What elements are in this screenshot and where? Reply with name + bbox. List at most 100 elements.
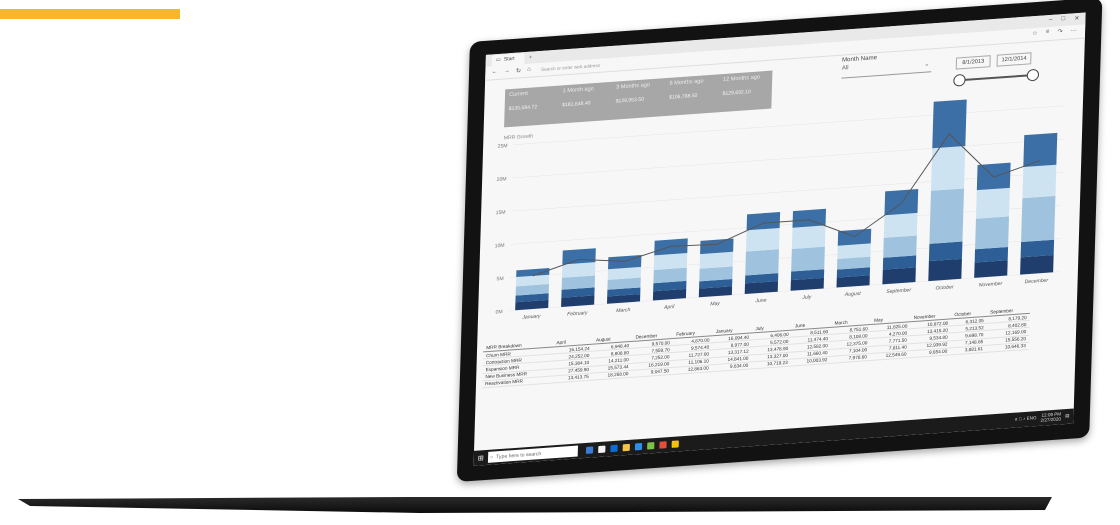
url-input[interactable]: Search or enter web address [541,63,600,72]
bar-segment[interactable] [1022,164,1057,199]
bar-segment[interactable] [561,275,596,290]
table-cell: 13,413.75 [552,372,592,383]
search-icon: ○ [489,453,494,461]
month-filter-label: Month Name [841,55,878,64]
kpi-value: $181,648.40 [562,100,591,109]
maximize-icon[interactable]: □ [1061,16,1065,23]
bar-segment[interactable] [699,251,734,269]
bar-segment[interactable] [792,208,827,228]
clock[interactable]: 12:09 PM 2/27/2020 [1040,411,1061,422]
table-cell: 9,047.50 [631,367,673,378]
x-tick-label: March [616,307,631,314]
system-tray: ∧ □ ♪ ENG 12:09 PM 2/27/2020 ▤ [1014,411,1069,425]
bar-segment[interactable] [791,225,826,249]
bar-segment[interactable] [928,241,963,262]
table-cell: 18,268.00 [591,370,632,381]
tray-icons[interactable]: ∧ □ ♪ ENG [1014,415,1036,423]
bar-segment[interactable] [653,267,687,284]
y-tick-label: 25M [498,143,508,150]
bar-segment[interactable] [1020,254,1054,275]
trend-line [532,133,1041,277]
bar-segment[interactable] [837,243,871,260]
taskbar-apps [585,440,679,454]
tab-icon: ▭ [495,56,501,64]
kpi-label: Current [509,90,528,99]
kpi-value: $129,692.10 [722,89,751,98]
date-slider-track[interactable] [959,74,1031,82]
date-slider-start-handle[interactable] [953,73,966,87]
bar-segment[interactable] [975,216,1010,250]
bar-segment[interactable] [883,235,917,258]
nav-buttons: ← → ↻ ⌂ [491,67,531,77]
start-icon[interactable]: ⊞ [478,454,484,462]
bar-segment[interactable] [928,258,962,282]
kpi-card: 6 Months ago $106,788.50 [664,74,719,116]
bar-segment[interactable] [929,188,965,244]
chevron-down-icon: ⌄ [924,61,930,68]
table-cell: 9,634.00 [711,361,752,372]
bar-segment[interactable] [882,267,916,285]
bar-segment[interactable] [837,228,872,246]
table-cell: 10,003.92 [790,356,831,367]
mrr-chart: MRR Growth 0M 5M 10M 15M 20M 25M January Februa… [495,99,1065,321]
bar-segment[interactable] [562,248,596,265]
kpi-value: $129,953.50 [615,96,645,105]
bar-segment[interactable] [882,255,917,270]
bar-segment[interactable] [974,260,1008,278]
kpi-card: 3 Months ago $129,953.50 [611,78,666,120]
bar-segment[interactable] [561,262,596,278]
taskbar-app-icon[interactable] [634,442,643,451]
kpi-value: $135,584.72 [508,104,538,113]
home-icon[interactable]: ⌂ [527,67,531,74]
kpi-card: Current $135,584.72 [504,86,559,128]
bar-segment[interactable] [883,212,918,238]
bar-segment[interactable] [974,246,1009,263]
share-icon[interactable]: ↷ [1057,28,1062,35]
taskbar-app-icon[interactable] [598,445,606,454]
refresh-icon[interactable]: ↻ [516,67,521,74]
table-cell: 12,549.60 [869,350,910,361]
kpi-card: 12 Months ago $129,692.10 [718,71,773,113]
x-tick-label: September [886,287,911,295]
bar-segment[interactable] [700,238,734,255]
new-tab-button[interactable]: + [529,55,532,61]
bar-segment[interactable] [1020,239,1055,258]
more-icon[interactable]: ⋯ [1071,27,1077,34]
bar-segment[interactable] [975,187,1010,219]
chart-title: MRR Growth [504,133,534,141]
kpi-value: $106,788.50 [668,92,698,101]
bar-segment[interactable] [791,246,825,272]
kpi-label: 6 Months ago [669,78,704,87]
taskbar-app-icon[interactable] [671,440,679,448]
notification-icon[interactable]: ▤ [1065,413,1070,419]
date-slider-end-handle[interactable] [1026,68,1040,82]
bar-segment[interactable] [746,212,781,231]
x-tick-label: May [710,301,720,308]
taskbar-app-icon[interactable] [659,441,667,449]
favorite-icon[interactable]: ☆ [1032,30,1038,37]
taskbar-app-icon[interactable] [610,444,618,453]
bar-segment[interactable] [745,249,780,276]
taskbar-app-icon[interactable] [585,446,594,454]
kpi-label: 3 Months ago [615,82,651,91]
taskbar-app-icon[interactable] [622,443,630,452]
bar-segment[interactable] [932,99,967,149]
bar-segment[interactable] [745,227,780,252]
y-tick-label: 10M [495,243,505,250]
date-start-input[interactable]: 8/1/2013 [955,55,991,70]
bar-segment[interactable] [1021,195,1056,243]
forward-icon[interactable]: → [504,68,510,75]
bar-segment[interactable] [699,266,733,282]
bar-segment[interactable] [653,253,688,270]
taskbar-app-icon[interactable] [646,442,655,450]
y-tick-label: 20M [497,176,507,183]
bar-segment[interactable] [654,238,688,256]
date-end-input[interactable]: 12/1/2014 [996,52,1032,67]
back-icon[interactable]: ← [491,69,497,76]
bar-segment[interactable] [1023,132,1058,168]
reading-list-icon[interactable]: ≡ [1046,29,1050,36]
month-select-value: All [841,65,849,72]
minimize-icon[interactable]: – [1049,17,1053,24]
close-icon[interactable]: ✕ [1074,15,1079,22]
kpi-card: 1 Month ago $181,648.40 [558,82,613,124]
